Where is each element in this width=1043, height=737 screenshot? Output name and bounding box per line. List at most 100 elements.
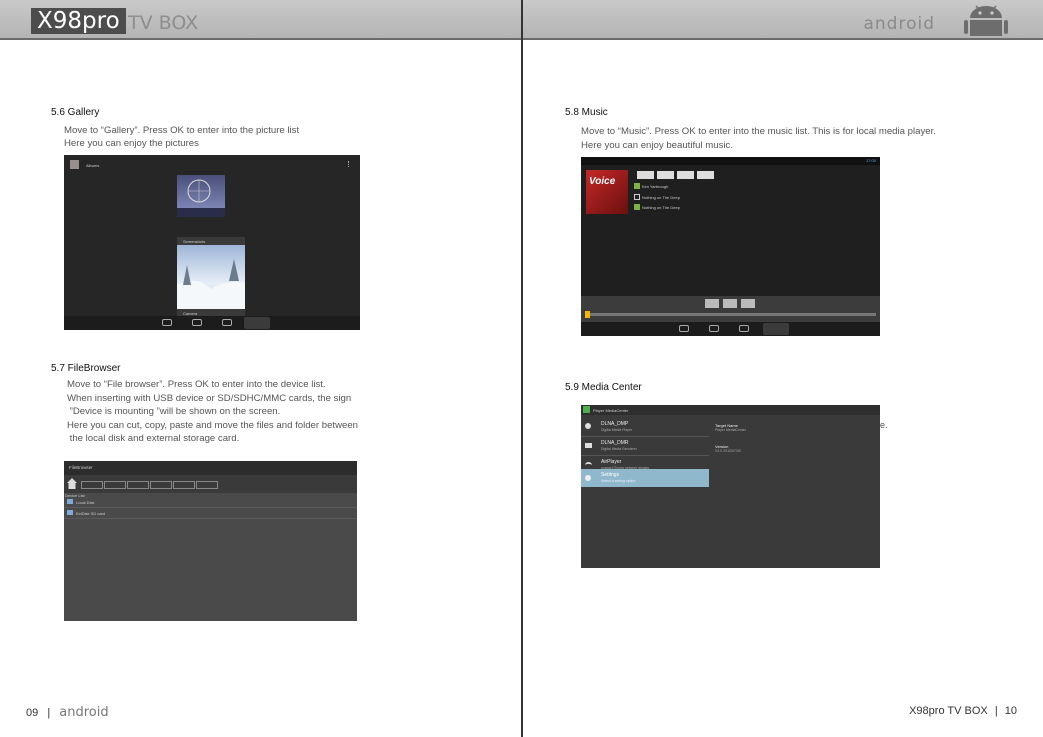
menu-item-name: DLNA_DMP [601, 421, 629, 427]
list-button[interactable] [677, 171, 694, 179]
toolbar-btn-1[interactable] [81, 481, 103, 489]
albums-label: Albums [86, 163, 100, 168]
track-item[interactable]: Kim Yarbrough [642, 184, 668, 189]
toolbar-btn-2[interactable] [104, 481, 126, 489]
menu-item-dlna-dmr[interactable]: DLNA_DMR Digital Media Renderer [581, 437, 709, 456]
recent-apps-icon[interactable] [222, 319, 232, 326]
shuffle-button[interactable] [637, 171, 654, 179]
media-center-app-title: Player MediaCenter [593, 408, 629, 413]
device-name: ExtDisk SD card [76, 511, 106, 516]
toolbar-btn-4[interactable] [150, 481, 172, 489]
album-art: Voice [586, 170, 628, 214]
album-thumb-ferris[interactable] [177, 175, 225, 217]
wifi-icon [585, 462, 592, 468]
right-header-bar: android [523, 0, 1043, 40]
menu-item-name: AirPlayer [601, 459, 622, 465]
track-icon [634, 194, 640, 200]
prev-button[interactable] [705, 299, 719, 308]
menu-item-sub: Select a setting option [601, 479, 636, 483]
dlna-dmp-icon [585, 423, 591, 429]
music-line-1: Move to “Music”. Press OK to enter into … [581, 126, 936, 137]
right-footer: X98pro TV BOX | 10 [909, 705, 1017, 717]
screenshot-button[interactable] [244, 317, 270, 329]
target-name-value: Player MediaCenter [715, 428, 746, 432]
device-row-local[interactable]: Local Disk [64, 497, 357, 508]
sd-card-icon [67, 510, 73, 515]
stray-text: e. [880, 420, 888, 430]
clock: 17:00 [865, 158, 876, 163]
track-icon [634, 204, 640, 210]
menu-item-name: Settings [601, 472, 620, 478]
screenshot-button[interactable] [763, 323, 789, 335]
home-icon[interactable] [67, 478, 77, 489]
track-item[interactable]: Nothing on The Deep [642, 195, 680, 200]
toolbar-btn-3[interactable] [127, 481, 149, 489]
footer-brand: X98pro TV BOX [909, 705, 988, 717]
menu-item-settings[interactable]: Settings Select a setting option [581, 469, 709, 487]
filebrowser-title: 5.7 FileBrowser [51, 363, 121, 374]
footer-separator: | [47, 707, 51, 719]
recent-apps-icon[interactable] [739, 325, 749, 332]
app-icon [583, 406, 590, 413]
music-title: 5.8 Music [565, 107, 608, 118]
gallery-app-icon [70, 160, 79, 169]
toolbar-btn-5[interactable] [173, 481, 195, 489]
back-icon[interactable] [162, 319, 172, 326]
filebrowser-titlebar: FileBrowser [64, 461, 357, 475]
gear-icon [585, 475, 591, 481]
device-name: Local Disk [76, 500, 95, 505]
music-screenshot: 17:00 Voice Kim Yarbrough Nothing on The… [581, 157, 880, 336]
filebrowser-line-2: When inserting with USB device or SD/SDH… [67, 393, 352, 404]
music-navbar [581, 322, 880, 336]
music-line-2: Here you can enjoy beautiful music. [581, 140, 733, 151]
menu-item-dlna-dmp[interactable]: DLNA_DMP Digital Media Player [581, 418, 709, 437]
brand-subtitle: TV BOX [128, 12, 199, 34]
progress-bar[interactable] [585, 313, 876, 316]
version-value: V2.0 2012/07/30 [715, 449, 741, 453]
filebrowser-app-title: FileBrowser [69, 465, 93, 470]
player-controls [581, 296, 880, 322]
filebrowser-screenshot: FileBrowser Device List Local Disk ExtDi… [64, 461, 357, 621]
track-item[interactable]: Nothing on The Deep [642, 205, 680, 210]
android-robot-icon [964, 5, 1008, 36]
track-icon [634, 183, 640, 189]
gallery-title: 5.6 Gallery [51, 107, 100, 118]
menu-dots-icon [348, 161, 350, 167]
toolbar-btn-6[interactable] [196, 481, 218, 489]
home-icon[interactable] [709, 325, 719, 332]
media-center-titlebar: Player MediaCenter [581, 405, 880, 415]
gallery-screenshot: Albums Screenshots Camera [64, 155, 360, 330]
left-header-bar: X98pro TV BOX [0, 0, 521, 40]
gallery-line-1: Move to “Gallery”. Press OK to enter int… [64, 125, 300, 136]
status-bar: 17:00 [581, 157, 880, 165]
filebrowser-line-3: ”Device is mounting ”will be shown on th… [67, 406, 281, 417]
device-row-sd[interactable]: ExtDisk SD card [64, 508, 357, 519]
media-center-title: 5.9 Media Center [565, 382, 642, 393]
eq-button[interactable] [697, 171, 714, 179]
page-number: 10 [1004, 705, 1017, 717]
filebrowser-line-1: Move to “File browser”. Press OK to ente… [67, 379, 326, 390]
media-center-screenshot: Player MediaCenter DLNA_DMP Digital Medi… [581, 405, 880, 568]
gallery-line-2: Here you can enjoy the pictures [64, 138, 199, 149]
footer-separator: | [994, 705, 998, 717]
next-button[interactable] [741, 299, 755, 308]
repeat-button[interactable] [657, 171, 674, 179]
progress-thumb[interactable] [585, 311, 590, 318]
filebrowser-toolbar [64, 475, 357, 493]
album-screenshots[interactable]: Screenshots Camera [177, 237, 245, 317]
page-divider [521, 0, 523, 737]
album-folder-label: Screenshots [183, 239, 206, 244]
dlna-dmr-icon [585, 443, 592, 448]
page-number: 09 [26, 707, 39, 719]
brand-logo: X98pro [31, 8, 126, 34]
disk-icon [67, 499, 73, 504]
album-art-text: Voice [589, 176, 616, 187]
home-icon[interactable] [192, 319, 202, 326]
android-wordmark: android [863, 14, 935, 34]
play-button[interactable] [723, 299, 737, 308]
back-icon[interactable] [679, 325, 689, 332]
gallery-navbar [64, 316, 360, 330]
menu-item-sub: Digital Media Player [601, 428, 633, 432]
footer-android-word: android [59, 705, 109, 720]
menu-item-sub: Digital Media Renderer [601, 447, 637, 451]
